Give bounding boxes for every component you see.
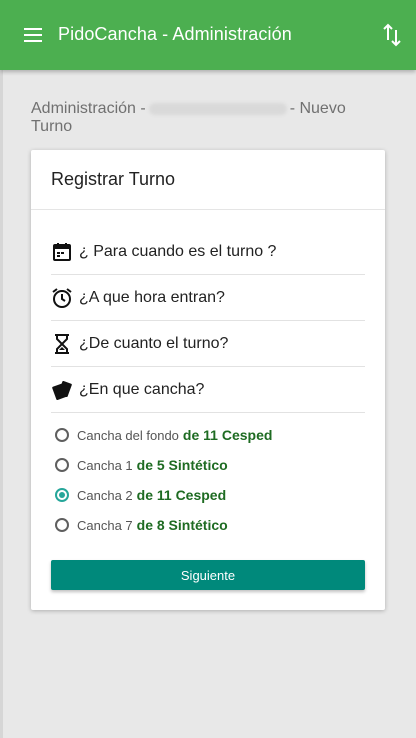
court-size: de 11 Cesped (182, 427, 273, 443)
court-name: Cancha del fondo (77, 427, 179, 443)
breadcrumb-redacted-name (148, 102, 287, 115)
breadcrumb-prefix: Administración - (31, 100, 146, 117)
alarm-clock-icon (51, 287, 73, 309)
question-time-label: ¿A que hora entran? (79, 288, 225, 306)
hourglass-icon (51, 333, 73, 355)
court-option[interactable]: Cancha 7 de 8 Sintético (55, 510, 365, 540)
app-bar: PidoCancha - Administración (0, 0, 416, 70)
question-date[interactable]: ¿ Para cuando es el turno ? (51, 229, 365, 275)
court-size: de 11 Cesped (136, 487, 227, 503)
radio-button[interactable] (55, 518, 69, 532)
court-option[interactable]: Cancha del fondo de 11 Cesped (55, 420, 365, 450)
question-duration-label: ¿De cuanto el turno? (79, 334, 229, 352)
question-time[interactable]: ¿A que hora entran? (51, 275, 365, 321)
court-name: Cancha 1 (77, 457, 133, 473)
questions-list: ¿ Para cuando es el turno ? ¿A que hora … (51, 229, 365, 413)
court-size: de 8 Sintético (136, 517, 228, 533)
register-turn-card: Registrar Turno ¿ Para cuando es el turn… (31, 150, 385, 610)
card-title: Registrar Turno (31, 150, 385, 210)
court-option[interactable]: Cancha 1 de 5 Sintético (55, 450, 365, 480)
radio-button[interactable] (55, 428, 69, 442)
radio-button-selected[interactable] (55, 488, 69, 502)
radio-button[interactable] (55, 458, 69, 472)
question-court-label: ¿En que cancha? (79, 380, 205, 398)
court-size: de 5 Sintético (136, 457, 228, 473)
app-title: PidoCancha - Administración (58, 24, 292, 44)
swap-vertical-icon[interactable] (382, 22, 402, 48)
next-button[interactable]: Siguiente (51, 560, 365, 590)
menu-icon[interactable] (22, 23, 44, 47)
page-left-edge (0, 70, 3, 738)
question-court[interactable]: ¿En que cancha? (51, 367, 365, 413)
question-date-label: ¿ Para cuando es el turno ? (79, 242, 277, 260)
calendar-icon (51, 241, 73, 263)
ticket-cards-icon (51, 379, 73, 401)
court-option[interactable]: Cancha 2 de 11 Cesped (55, 480, 365, 510)
court-radio-group: Cancha del fondo de 11 Cesped Cancha 1 d… (55, 420, 365, 540)
court-name: Cancha 2 (77, 487, 133, 503)
question-duration[interactable]: ¿De cuanto el turno? (51, 321, 365, 367)
court-name: Cancha 7 (77, 517, 133, 533)
breadcrumb: Administración -- Nuevo Turno (31, 100, 371, 136)
